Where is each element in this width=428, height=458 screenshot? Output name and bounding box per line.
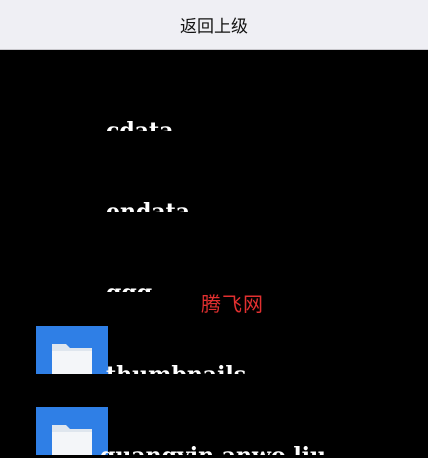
list-item-label-clip: cdata [106,118,406,131]
list-item-guangyin-anwo-liu[interactable]: guangyin anwo liu [0,407,428,458]
list-item-label: cdata [106,118,174,131]
list-item-label-clip: endata [106,199,406,212]
watermark-text: 腾飞网 [201,292,264,316]
list-item-label: thumbnails [106,362,406,374]
list-item-endata[interactable]: endata [0,178,428,258]
list-item-label: endata [106,199,191,212]
top-bar: 返回上级 [0,0,428,50]
list-item-label-clip: guangyin anwo liu [100,443,400,455]
list-item-label-clip: thumbnails [106,362,406,374]
folder-icon [36,407,108,455]
file-browser-screen: 返回上级 cdata endata ggg thumbnails [0,0,428,458]
folder-icon [36,326,108,374]
list-item-label: guangyin anwo liu [100,443,400,455]
list-item-cdata[interactable]: cdata [0,97,428,177]
back-to-parent-button[interactable]: 返回上级 [0,0,428,50]
list-item-thumbnails[interactable]: thumbnails [0,326,428,406]
